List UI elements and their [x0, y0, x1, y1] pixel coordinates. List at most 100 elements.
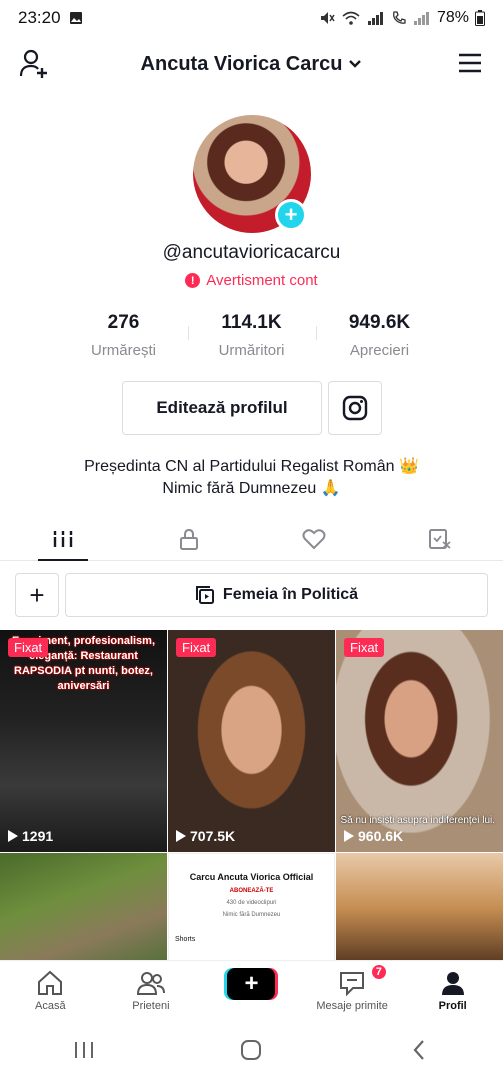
following-stat[interactable]: 276 Urmărești: [60, 312, 187, 359]
nav-home[interactable]: Acasă: [0, 961, 101, 1020]
pinned-badge: Fixat: [176, 638, 217, 657]
view-count: 707.5K: [176, 828, 235, 844]
add-person-icon: [19, 49, 47, 78]
edit-profile-button[interactable]: Editează profilul: [122, 381, 322, 435]
system-nav-bar: [0, 1020, 503, 1080]
grid-icon: [52, 530, 73, 547]
profile-avatar[interactable]: +: [193, 115, 311, 233]
thumbnail-video-count: 430 de videoclipuri: [226, 900, 277, 906]
account-warning-label: Avertisment cont: [206, 272, 318, 289]
play-icon: [176, 830, 186, 842]
video-thumbnail[interactable]: [0, 853, 167, 963]
profile-stats: 276 Urmărești 114.1K Urmăritori 949.6K A…: [60, 312, 443, 359]
battery-percent: 78%: [436, 9, 469, 26]
recent-apps-button[interactable]: [64, 1030, 104, 1070]
video-thumbnail[interactable]: Carcu Ancuta Viorica Official ABONEAZĂ-T…: [168, 853, 335, 963]
view-count-value: 707.5K: [190, 828, 236, 844]
nav-create[interactable]: +: [201, 961, 302, 1020]
view-count: 960.6K: [344, 828, 403, 844]
recent-apps-icon: [74, 1042, 93, 1058]
pinned-badge: Fixat: [344, 638, 385, 657]
back-chevron-icon: [413, 1040, 424, 1060]
instagram-icon: [342, 395, 368, 421]
menu-button[interactable]: [457, 50, 483, 76]
heart-icon: [302, 528, 326, 549]
nav-inbox-label: Mesaje primite: [316, 1000, 388, 1012]
add-story-icon[interactable]: +: [275, 199, 307, 231]
profile-icon: [441, 972, 464, 995]
hamburger-menu-icon: [459, 53, 481, 73]
battery-icon: [475, 10, 485, 26]
page-title: Ancuta Viorica Carcu: [140, 52, 343, 75]
account-warning[interactable]: ! Avertisment cont: [0, 272, 503, 289]
instagram-button[interactable]: [328, 381, 382, 435]
followers-count: 114.1K: [221, 312, 282, 333]
username: @ancutavioricacarcu: [162, 242, 341, 263]
add-playlist-button[interactable]: +: [15, 573, 59, 617]
playlist-icon: [195, 586, 214, 604]
thumbnail-shorts-label: Shorts: [175, 936, 196, 943]
nav-inbox[interactable]: 7 Mesaje primite: [302, 961, 403, 1020]
nav-friends[interactable]: Prieteni: [101, 961, 202, 1020]
alert-icon: !: [185, 273, 201, 288]
play-icon: [8, 830, 18, 842]
friends-icon: [136, 972, 165, 995]
gallery-icon: [69, 12, 82, 24]
signal-icon: [367, 12, 383, 25]
mute-icon: [320, 12, 335, 24]
signal-2-icon: [413, 12, 429, 25]
home-icon: [38, 970, 63, 995]
status-bar: 23:20 78%: [0, 0, 503, 36]
following-label: Urmărești: [90, 342, 156, 359]
hidden-like-icon: [429, 528, 451, 549]
pinned-badge: Fixat: [8, 638, 49, 657]
tab-videos[interactable]: [0, 517, 126, 561]
profile-header: Ancuta Viorica Carcu: [0, 38, 503, 90]
tab-private[interactable]: [126, 517, 252, 560]
video-thumbnail[interactable]: [336, 853, 503, 963]
following-count: 276: [107, 312, 140, 333]
chevron-down-icon: [349, 60, 362, 68]
playlist-chip[interactable]: Femeia în Politică: [65, 573, 488, 617]
video-thumbnail[interactable]: Fixat 707.5K: [168, 630, 335, 852]
likes-stat[interactable]: 949.6K Aprecieri: [316, 312, 443, 359]
status-time: 23:20: [18, 8, 61, 27]
video-caption: Să nu insiști asupra indiferenței lui.: [340, 815, 495, 826]
likes-label: Aprecieri: [349, 342, 410, 359]
tab-liked[interactable]: [252, 517, 378, 560]
create-button[interactable]: +: [227, 968, 276, 1000]
home-circle-icon: [241, 1040, 262, 1060]
nav-friends-label: Prieteni: [132, 1000, 170, 1012]
tab-hidden-likes[interactable]: [377, 517, 503, 560]
bio-line: Președinta CN al Partidului Regalist Rom…: [84, 458, 419, 475]
view-count: 1291: [8, 828, 53, 844]
nav-home-label: Acasă: [35, 1000, 66, 1012]
play-icon: [344, 830, 354, 842]
thumbnail-channel-title: Carcu Ancuta Viorica Official: [189, 872, 314, 882]
wifi-icon: [342, 11, 360, 25]
followers-stat[interactable]: 114.1K Urmăritori: [188, 312, 315, 359]
nav-profile-label: Profil: [438, 1000, 467, 1012]
video-thumbnail[interactable]: Fixat Să nu insiști asupra indiferenței …: [336, 630, 503, 852]
call-icon: [392, 11, 406, 24]
back-button[interactable]: [399, 1030, 439, 1070]
thumbnail-motto: Nimic fără Dumnezeu: [222, 912, 281, 918]
inbox-icon: [340, 972, 365, 996]
bottom-nav: Acasă Prieteni + 7 Mesaje primite Profil: [0, 960, 503, 1020]
content-tabs: [0, 517, 503, 561]
inbox-badge: 7: [369, 963, 388, 981]
playlist-name: Femeia în Politică: [222, 586, 359, 603]
likes-count: 949.6K: [348, 312, 411, 333]
followers-label: Urmăritori: [218, 342, 285, 359]
add-friend-button[interactable]: [18, 48, 50, 80]
thumbnail-subscribe-label: ABONEAZĂ-TE: [229, 888, 274, 894]
video-grid: Eveniment, profesionalism, eleganță: Res…: [0, 630, 503, 963]
profile-bio: Președinta CN al Partidului Regalist Rom…: [0, 456, 503, 500]
view-count-value: 960.6K: [358, 828, 404, 844]
video-thumbnail[interactable]: Eveniment, profesionalism, eleganță: Res…: [0, 630, 167, 852]
home-button[interactable]: [231, 1030, 271, 1070]
lock-icon: [179, 528, 198, 550]
account-switcher[interactable]: Ancuta Viorica Carcu: [141, 53, 363, 76]
bio-line: Nimic fără Dumnezeu 🙏: [162, 480, 341, 497]
nav-profile[interactable]: Profil: [402, 961, 503, 1020]
